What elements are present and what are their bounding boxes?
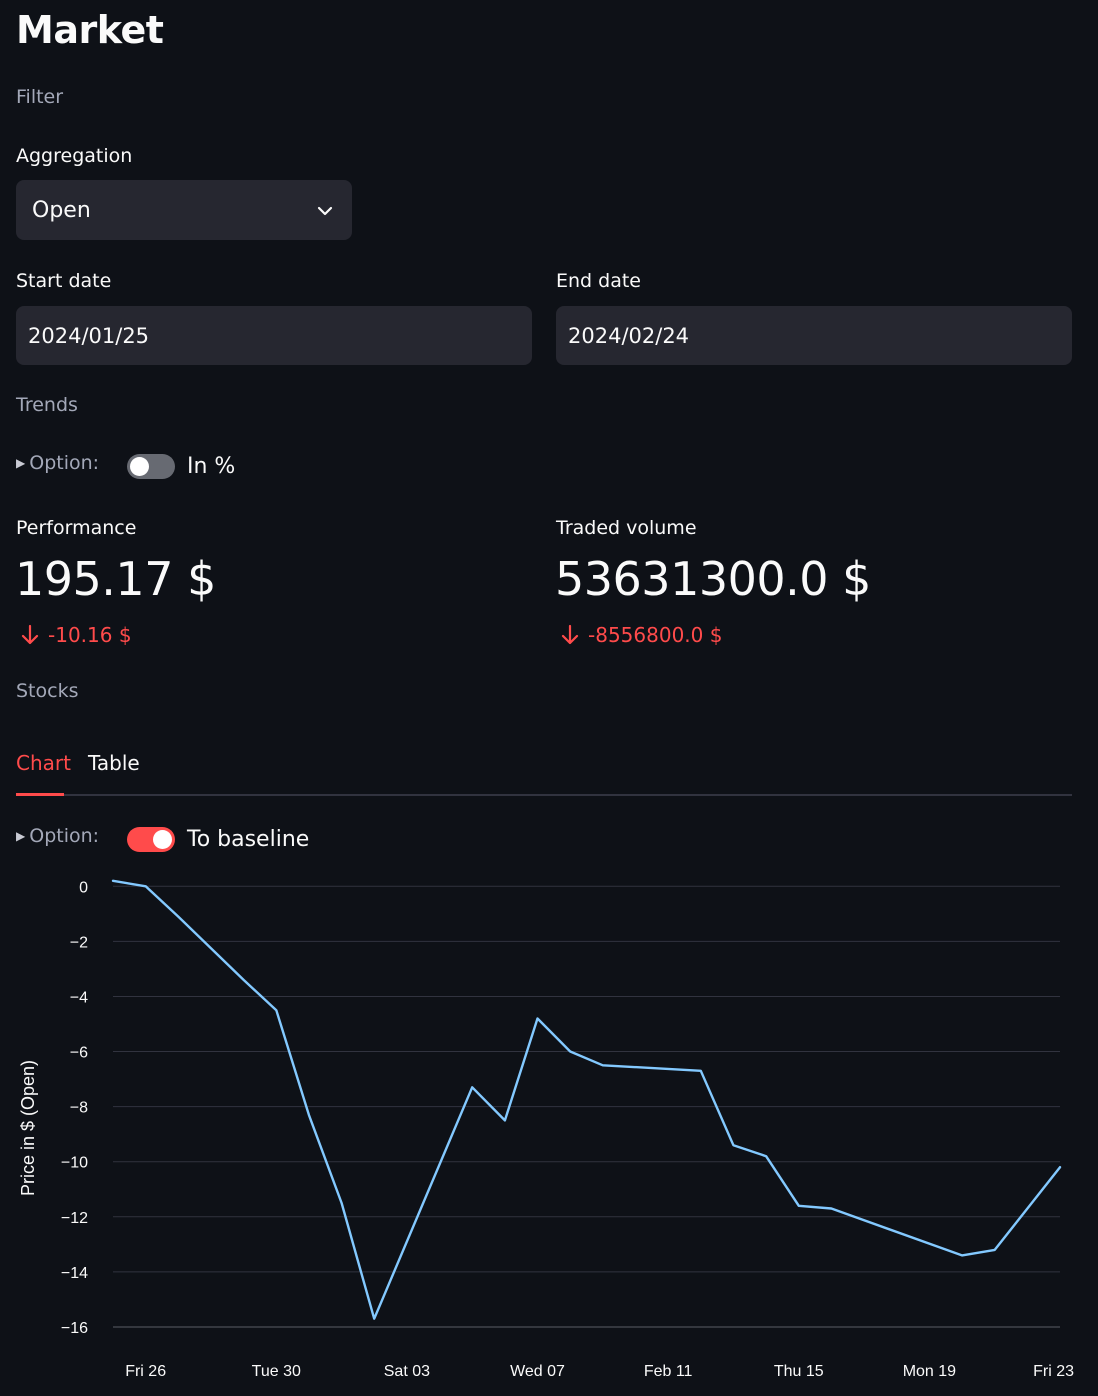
- in-percent-label: In %: [187, 454, 236, 479]
- stocks-section-label: Stocks: [16, 680, 79, 702]
- performance-delta-value: -10.16 $: [48, 623, 132, 647]
- traded-volume-delta: -8556800.0 $: [560, 623, 722, 647]
- y-tick-label: −6: [70, 1045, 88, 1062]
- traded-volume-delta-value: -8556800.0 $: [588, 623, 723, 647]
- trends-section-label: Trends: [16, 394, 78, 416]
- x-tick-label: Fri 26: [125, 1363, 166, 1380]
- end-date-value: 2024/02/24: [568, 323, 690, 348]
- page-title: Market: [16, 8, 164, 52]
- start-date-input[interactable]: 2024/01/25: [16, 306, 532, 365]
- toggle-track: [127, 827, 175, 852]
- y-axis-ticks: 0 −2 −4 −6 −8 −10 −12 −14 −16: [61, 879, 88, 1337]
- y-tick-label: −10: [61, 1155, 88, 1172]
- start-date-value: 2024/01/25: [28, 323, 150, 348]
- toggle-track: [127, 454, 175, 479]
- chart-option-label: Option:: [29, 825, 100, 847]
- y-tick-label: −12: [61, 1210, 88, 1227]
- x-tick-label: Fri 23: [1033, 1363, 1074, 1380]
- y-tick-label: −14: [61, 1265, 88, 1282]
- arrow-down-icon: [21, 624, 39, 645]
- y-tick-label: −8: [70, 1100, 88, 1117]
- start-date-label: Start date: [16, 270, 112, 292]
- tab-chart-label: Chart: [16, 751, 71, 775]
- trends-option-label: Option:: [29, 452, 100, 474]
- arrow-down-icon: [561, 624, 579, 645]
- caret-right-icon: ▶: [16, 829, 26, 843]
- toggle-knob: [130, 457, 149, 476]
- to-baseline-label: To baseline: [187, 827, 310, 852]
- to-baseline-toggle[interactable]: To baseline: [127, 827, 309, 852]
- y-tick-label: −2: [70, 934, 88, 951]
- tab-bar: Chart Table: [16, 744, 1072, 796]
- x-axis-ticks: Fri 26 Tue 30 Sat 03 Wed 07 Feb 11 Thu 15 Mon …: [125, 1363, 1074, 1380]
- end-date-input[interactable]: 2024/02/24: [556, 306, 1072, 365]
- aggregation-label: Aggregation: [16, 145, 133, 167]
- trends-option-expander[interactable]: ▶ Option:: [16, 452, 99, 474]
- tab-chart[interactable]: Chart: [16, 751, 71, 775]
- performance-label: Performance: [16, 517, 137, 539]
- chart-option-expander[interactable]: ▶ Option:: [16, 825, 99, 847]
- traded-volume-value: 53631300.0 $: [555, 552, 871, 606]
- y-tick-label: 0: [79, 879, 88, 896]
- price-line-chart: 0 −2 −4 −6 −8 −10 −12 −14 −16 Fri 26 Tue 30 Sat 03…: [18, 879, 1074, 1380]
- performance-value: 195.17 $: [15, 552, 216, 606]
- x-tick-label: Sat 03: [384, 1363, 430, 1380]
- performance-delta: -10.16 $: [20, 623, 132, 647]
- toggle-knob: [153, 830, 172, 849]
- active-tab-indicator: [16, 793, 64, 796]
- end-date-label: End date: [556, 270, 641, 292]
- tab-table-label: Table: [88, 751, 140, 775]
- x-tick-label: Tue 30: [252, 1363, 301, 1380]
- tab-table[interactable]: Table: [88, 751, 140, 775]
- caret-right-icon: ▶: [16, 456, 26, 470]
- filter-section-label: Filter: [16, 86, 64, 108]
- aggregation-value: Open: [32, 197, 91, 223]
- traded-volume-label: Traded volume: [556, 517, 697, 539]
- x-tick-label: Wed 07: [510, 1363, 565, 1380]
- chevron-down-icon: [316, 198, 334, 223]
- x-tick-label: Mon 19: [903, 1363, 956, 1380]
- y-tick-label: −16: [61, 1320, 88, 1337]
- aggregation-select[interactable]: Open: [16, 180, 352, 240]
- app-page: Market Filter Aggregation Open Start dat…: [0, 0, 1098, 1396]
- series-line: [111, 879, 1062, 1320]
- grid-lines: [113, 885, 1060, 1328]
- y-tick-label: −4: [70, 989, 88, 1006]
- x-tick-label: Thu 15: [774, 1363, 824, 1380]
- x-tick-label: Feb 11: [644, 1363, 693, 1380]
- y-axis-title: Price in $ (Open): [18, 1060, 38, 1196]
- in-percent-toggle[interactable]: In %: [127, 454, 235, 479]
